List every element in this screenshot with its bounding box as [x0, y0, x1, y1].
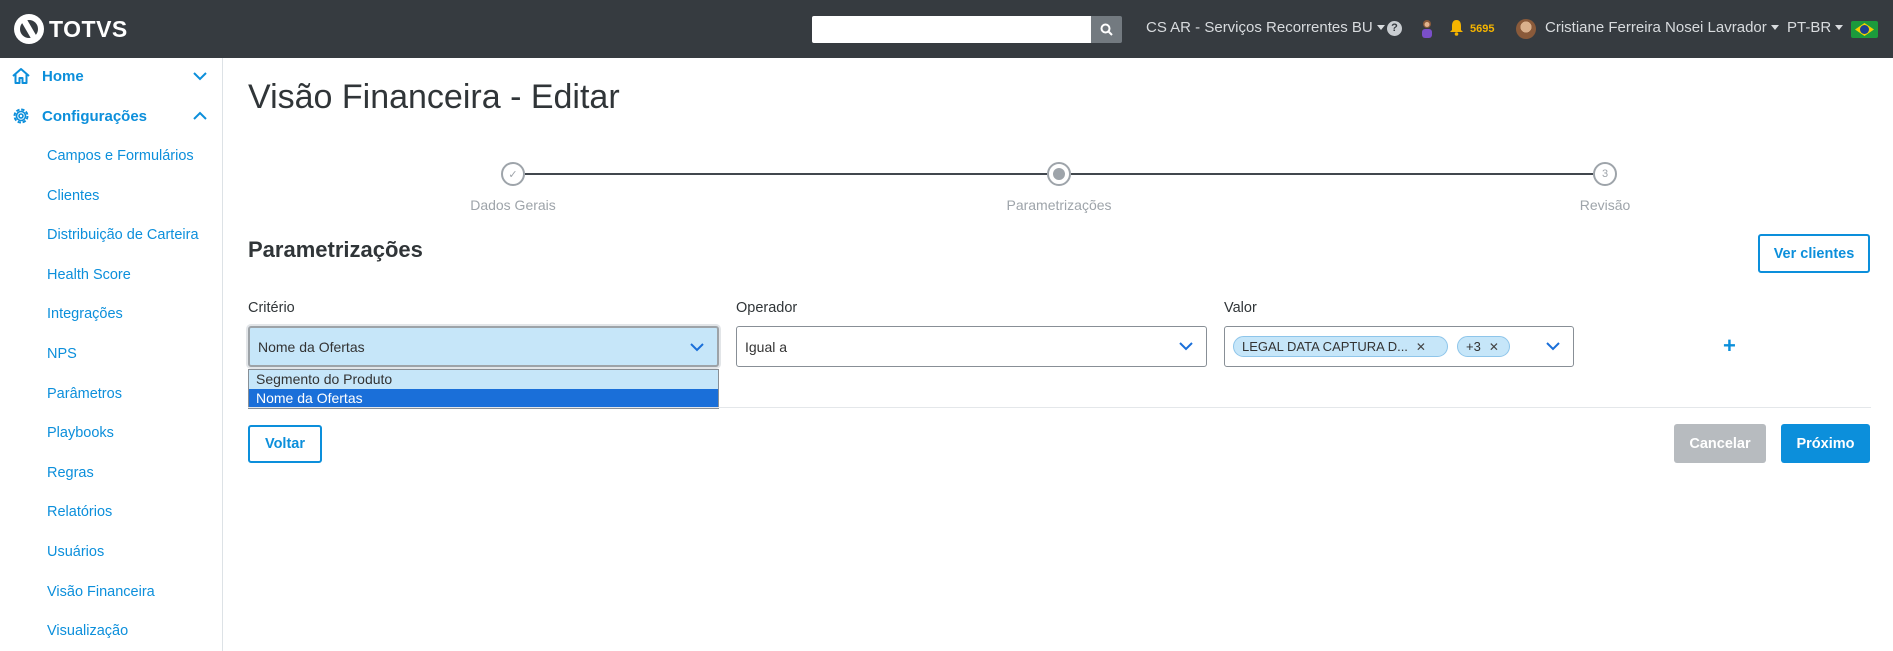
sidebar-subitem[interactable]: Clientes — [47, 188, 99, 204]
top-navbar: TOTVS CS AR - Serviços Recorrentes BU ? … — [0, 0, 1893, 58]
brazil-flag-icon[interactable] — [1851, 21, 1878, 38]
sidebar-item-label: Configurações — [42, 107, 148, 125]
step-label: Revisão — [1579, 197, 1631, 213]
language-label: PT-BR — [1787, 19, 1832, 36]
page-title: Visão Financeira - Editar — [248, 78, 620, 116]
bell-icon[interactable] — [1449, 19, 1464, 36]
ver-clientes-button[interactable]: Ver clientes — [1758, 234, 1870, 273]
proximo-button[interactable]: Próximo — [1781, 424, 1870, 463]
chevron-down-icon — [193, 72, 207, 81]
sidebar-item-configuracoes[interactable]: Configurações — [0, 98, 223, 134]
search-input[interactable] — [812, 16, 1091, 43]
add-criteria-button[interactable]: + — [1723, 333, 1736, 359]
sidebar-subitem[interactable]: Health Score — [47, 267, 131, 283]
step-active-circle[interactable] — [1047, 162, 1071, 186]
logo-text: TOTVS — [49, 15, 128, 42]
criterio-select[interactable]: Nome da Ofertas — [248, 326, 719, 367]
stepper-line — [1071, 173, 1593, 175]
caret-down-icon — [1376, 25, 1385, 30]
caret-down-icon — [1770, 25, 1779, 30]
step-done-circle[interactable]: ✓ — [501, 162, 525, 186]
totvs-logo[interactable]: TOTVS — [14, 14, 128, 44]
search-button[interactable] — [1091, 16, 1122, 43]
step-pending-circle[interactable]: 3 — [1593, 162, 1617, 186]
person-icon[interactable] — [1419, 19, 1435, 39]
notification-count: 5695 — [1470, 23, 1495, 35]
user-name: Cristiane Ferreira Nosei Lavrador — [1545, 19, 1767, 36]
user-menu[interactable]: Cristiane Ferreira Nosei Lavrador — [1545, 19, 1779, 36]
sidebar-subitem[interactable]: Relatórios — [47, 504, 112, 520]
sidebar-subitem[interactable]: Regras — [47, 465, 94, 481]
chevron-up-icon — [193, 111, 207, 120]
sidebar-subitem[interactable]: Campos e Formulários — [47, 148, 194, 164]
sidebar-item-home[interactable]: Home — [0, 58, 223, 94]
sidebar: Home Configurações Campos e Formulários … — [0, 58, 223, 651]
voltar-button[interactable]: Voltar — [248, 425, 322, 463]
totvs-logo-icon — [14, 14, 44, 44]
chip-remove-icon[interactable]: ✕ — [1416, 340, 1426, 354]
divider — [248, 407, 1871, 408]
chevron-down-icon — [1179, 342, 1193, 351]
check-icon: ✓ — [508, 168, 518, 181]
sidebar-item-label: Home — [42, 67, 84, 85]
criterio-value: Nome da Ofertas — [258, 338, 365, 355]
step-label: Parametrizações — [1006, 197, 1112, 213]
section-title: Parametrizações — [248, 237, 423, 262]
home-icon — [12, 68, 30, 84]
step-number: 3 — [1601, 168, 1609, 180]
criterio-label: Critério — [248, 300, 295, 316]
valor-chip[interactable]: LEGAL DATA CAPTURA D... ✕ — [1233, 336, 1448, 357]
chip-remove-icon[interactable]: ✕ — [1489, 340, 1499, 354]
user-avatar[interactable] — [1516, 19, 1536, 39]
operador-select[interactable]: Igual a — [736, 326, 1207, 367]
company-selector[interactable]: CS AR - Serviços Recorrentes BU — [1146, 19, 1385, 36]
chip-label: LEGAL DATA CAPTURA D... — [1242, 339, 1408, 354]
step-label: Dados Gerais — [470, 197, 556, 213]
sidebar-subitem[interactable]: Visão Financeira — [47, 584, 155, 600]
sidebar-subitem[interactable]: Playbooks — [47, 425, 114, 441]
sidebar-subitem[interactable]: Integrações — [47, 306, 123, 322]
valor-chip-more[interactable]: +3 ✕ — [1457, 336, 1510, 357]
chevron-down-icon — [1546, 342, 1560, 351]
sidebar-subitem[interactable]: Visualização — [47, 623, 128, 639]
gear-icon — [13, 108, 29, 124]
criterio-dropdown: Segmento do Produto Nome da Ofertas — [248, 369, 719, 409]
stepper-line — [525, 173, 1047, 175]
language-selector[interactable]: PT-BR — [1787, 19, 1844, 36]
sidebar-subitem[interactable]: Distribuição de Carteira — [47, 227, 199, 243]
company-selector-label: CS AR - Serviços Recorrentes BU — [1146, 19, 1373, 36]
sidebar-subitem[interactable]: Usuários — [47, 544, 104, 560]
sidebar-subitem[interactable]: NPS — [47, 346, 77, 362]
search-icon — [1100, 23, 1113, 36]
dropdown-option[interactable]: Segmento do Produto — [249, 370, 718, 389]
cancelar-button[interactable]: Cancelar — [1674, 424, 1766, 463]
operador-label: Operador — [736, 300, 798, 316]
caret-down-icon — [1835, 25, 1844, 30]
question-circle-icon[interactable]: ? — [1387, 21, 1402, 36]
chevron-down-icon — [690, 343, 704, 352]
dropdown-option-selected[interactable]: Nome da Ofertas — [249, 389, 718, 408]
valor-label: Valor — [1224, 300, 1257, 316]
chip-label: +3 — [1466, 339, 1481, 354]
operador-value: Igual a — [745, 338, 788, 355]
sidebar-subitem[interactable]: Parâmetros — [47, 386, 122, 402]
